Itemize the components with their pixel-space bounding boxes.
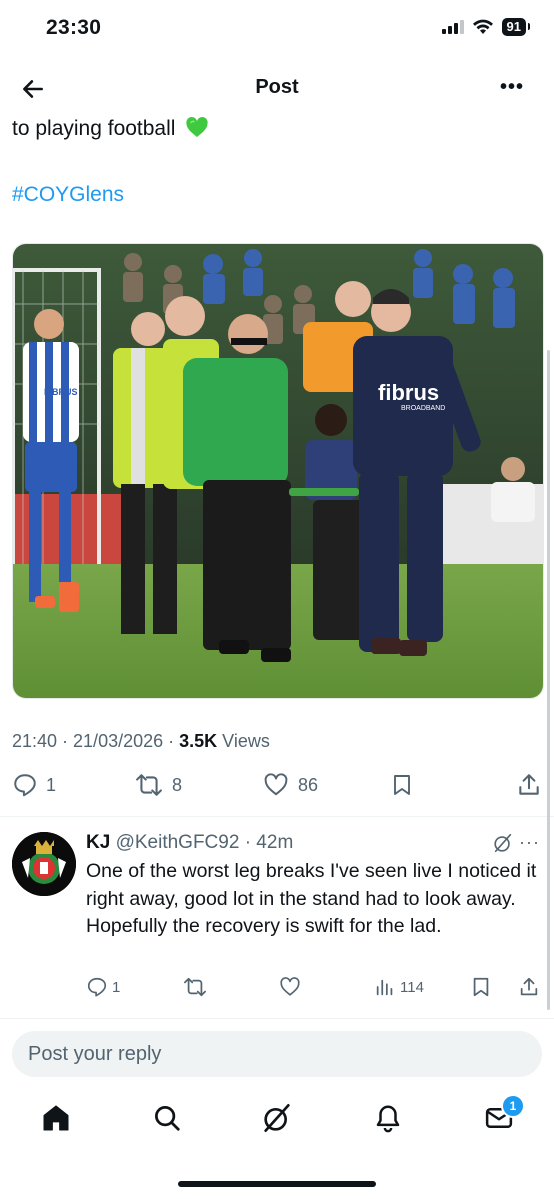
nav-home[interactable] (36, 1098, 76, 1138)
views-count: 3.5K (179, 731, 218, 751)
scrollbar[interactable] (547, 350, 550, 1010)
home-icon (43, 1105, 69, 1131)
reply-input[interactable]: Post your reply (12, 1031, 542, 1077)
bottom-nav: 1 (0, 1094, 554, 1144)
photo-player-sponsor: FIBRUS (44, 387, 78, 397)
reply-author-name[interactable]: KJ (86, 832, 110, 853)
hashtag-link[interactable]: #COYGlens (12, 183, 124, 207)
reply-input-placeholder: Post your reply (28, 1042, 162, 1065)
reply-repost-button[interactable] (182, 976, 208, 998)
reply-more-button[interactable]: ··· (519, 832, 540, 853)
reply-text: One of the worst leg breaks I've seen li… (86, 860, 537, 937)
views-label: Views (217, 731, 270, 751)
tweet-timestamp: 21:40 · 21/03/2026 · (12, 731, 180, 751)
search-icon (155, 1106, 180, 1131)
bell-icon (376, 1105, 400, 1133)
tweet-meta: 21:40 · 21/03/2026 · 3.5K Views (12, 731, 270, 752)
reply-header: KJ @KeithGFC92 · 42m (86, 832, 293, 854)
home-indicator (178, 1181, 376, 1187)
repost-icon (136, 774, 162, 796)
reply-count: 1 (46, 774, 57, 795)
reply-reply-button[interactable]: 1 (86, 976, 120, 998)
tweet-text-line: to playing football (12, 117, 176, 140)
divider (0, 1018, 554, 1019)
page-title: Post (255, 76, 299, 98)
battery-indicator: 91 (501, 18, 531, 36)
tweet-action-bar: 1 8 86 (0, 772, 554, 806)
avatar[interactable] (12, 832, 76, 896)
tweet-text: to playing football (12, 116, 209, 141)
bookmark-icon (473, 977, 489, 997)
reply-action-bar: 1 114 (86, 976, 546, 1006)
like-button[interactable]: 86 (262, 772, 318, 798)
bookmark-button[interactable] (390, 772, 414, 798)
reply-share-button[interactable] (518, 976, 540, 998)
nav-notifications[interactable] (368, 1098, 408, 1138)
reply-author-handle[interactable]: @KeithGFC92 (116, 832, 240, 853)
divider (0, 816, 554, 817)
heart-icon (264, 773, 288, 796)
nav-search[interactable] (147, 1098, 187, 1138)
more-options-button[interactable]: ••• (500, 77, 524, 97)
repost-button[interactable]: 8 (134, 772, 182, 798)
share-icon (520, 977, 538, 996)
grok-icon[interactable] (492, 832, 514, 854)
repost-count: 8 (172, 774, 183, 795)
reply-reply-count: 1 (112, 978, 121, 996)
share-icon (519, 774, 539, 795)
reply-views-button[interactable]: 114 (374, 976, 424, 998)
share-button[interactable] (516, 772, 542, 798)
grok-icon (264, 1104, 290, 1132)
like-count: 86 (298, 774, 319, 795)
signal-icon (441, 20, 464, 34)
reply-button[interactable]: 1 (12, 772, 56, 798)
reply-time: · 42m (239, 832, 294, 853)
reply-views-count: 114 (400, 978, 424, 996)
club-crest-avatar-icon (12, 832, 76, 896)
analytics-icon (376, 979, 393, 996)
reply-icon (14, 774, 36, 797)
messages-badge: 1 (501, 1094, 525, 1118)
reply-bookmark-button[interactable] (470, 976, 492, 998)
status-time: 23:30 (46, 16, 102, 39)
photo-sponsor-sub: BROADBAND (401, 405, 445, 412)
repost-icon (184, 977, 206, 997)
reply-like-button[interactable] (278, 976, 302, 998)
nav-grok[interactable] (257, 1098, 297, 1138)
status-icons: 91 (441, 18, 531, 36)
photo-sponsor-text: fibrus (378, 380, 439, 405)
bookmark-icon (394, 775, 410, 795)
reply-icon (87, 977, 107, 997)
green-heart-emoji-icon (186, 116, 208, 137)
tweet-photo[interactable]: fibrus BROADBAND FIBRUS (12, 243, 544, 699)
nav-messages[interactable]: 1 (479, 1094, 525, 1138)
football-injury-photo: fibrus BROADBAND FIBRUS (13, 244, 543, 698)
wifi-icon (472, 19, 493, 34)
heart-icon (280, 977, 300, 996)
